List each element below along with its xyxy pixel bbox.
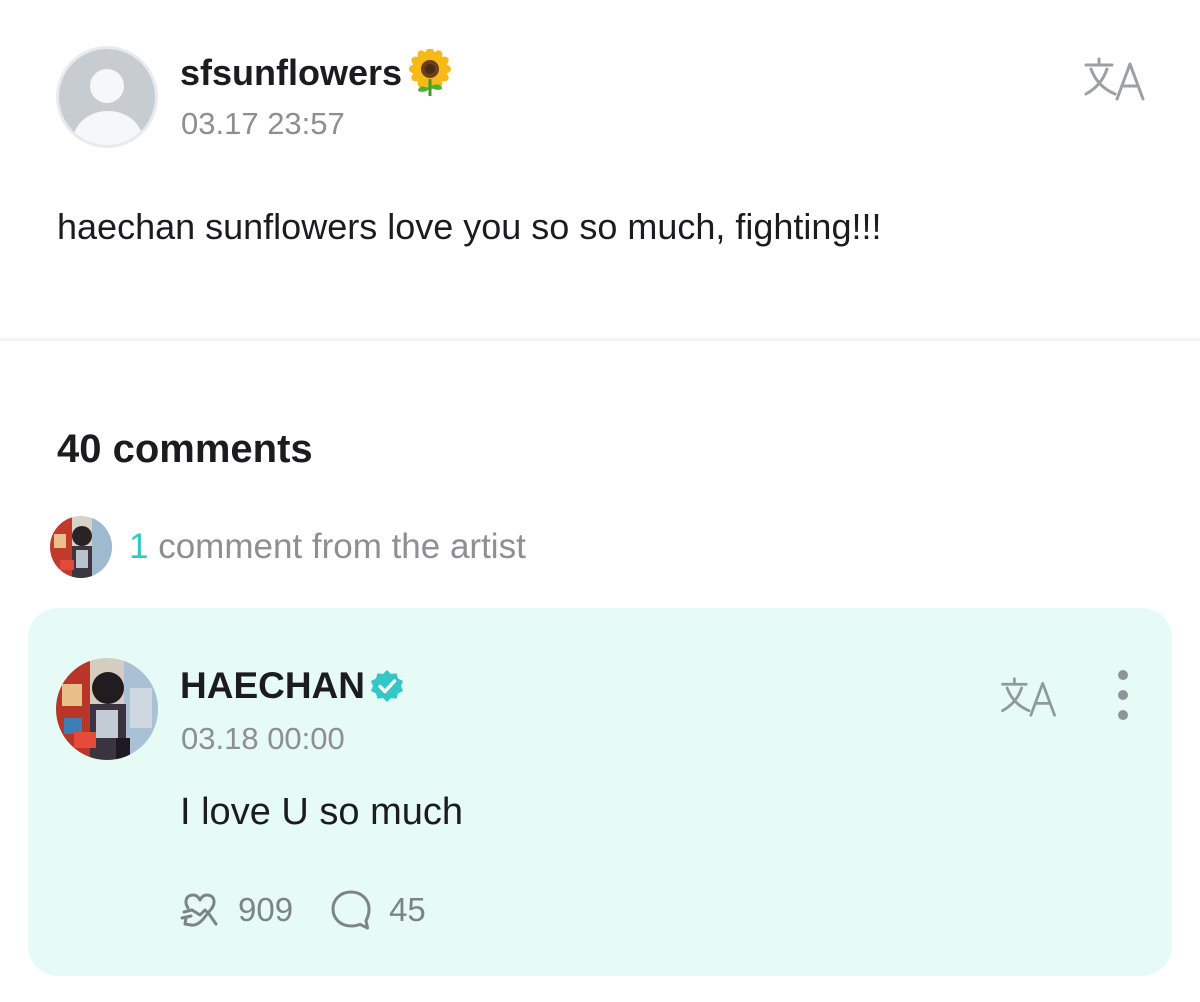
avatar-head-shape: [90, 69, 124, 103]
comment-bubble-icon: [331, 890, 371, 930]
artist-comments-label: 1 comment from the artist: [129, 527, 526, 567]
artist-comment-text: comment from the artist: [158, 527, 526, 566]
artist-photo-icon: [50, 516, 112, 578]
post-author-name: sfsunflowers: [180, 52, 403, 93]
artist-comments-filter[interactable]: 1 comment from the artist: [50, 516, 526, 578]
more-vertical-icon[interactable]: [1108, 670, 1138, 720]
artist-comment-text: I love U so much: [180, 791, 463, 833]
post-body: haechan sunflowers love you so so much, …: [57, 206, 882, 247]
translate-icon[interactable]: [1000, 676, 1058, 718]
reply-button[interactable]: 45: [329, 888, 426, 932]
sunflower-emoji-icon: [409, 49, 452, 96]
more-dot: [1118, 710, 1128, 720]
reaction-icon: [180, 893, 218, 927]
comments-count: 40 comments: [57, 427, 313, 471]
reaction-button[interactable]: 909: [178, 888, 293, 932]
avatar-body-shape: [73, 111, 143, 145]
reply-count: 45: [389, 891, 426, 928]
post: sfsunflowers 03.17 23:57 haechan sunflow…: [0, 0, 1200, 340]
reaction-count: 909: [238, 891, 294, 928]
artist-comment-card[interactable]: HAECHAN 03.18 00:00 I love U so much 909…: [28, 608, 1172, 976]
artist-name: HAECHAN: [180, 665, 365, 706]
artist-comment-count: 1: [129, 527, 149, 566]
verified-badge-icon: [371, 670, 403, 702]
section-divider: [0, 338, 1200, 341]
post-author-avatar[interactable]: [56, 46, 158, 148]
artist-mini-avatar: [50, 516, 112, 578]
more-dot: [1118, 670, 1128, 680]
page: sfsunflowers 03.17 23:57 haechan sunflow…: [0, 0, 1200, 1002]
post-timestamp: 03.17 23:57: [181, 106, 345, 141]
artist-comment-timestamp: 03.18 00:00: [181, 721, 345, 756]
artist-avatar[interactable]: [56, 658, 158, 760]
more-dot: [1118, 690, 1128, 700]
artist-photo-icon: [56, 658, 158, 760]
comment-actions: 909 45: [178, 888, 426, 932]
post-author[interactable]: sfsunflowers: [180, 49, 452, 97]
artist-name-row[interactable]: HAECHAN: [180, 665, 405, 707]
translate-icon[interactable]: [1084, 56, 1146, 102]
